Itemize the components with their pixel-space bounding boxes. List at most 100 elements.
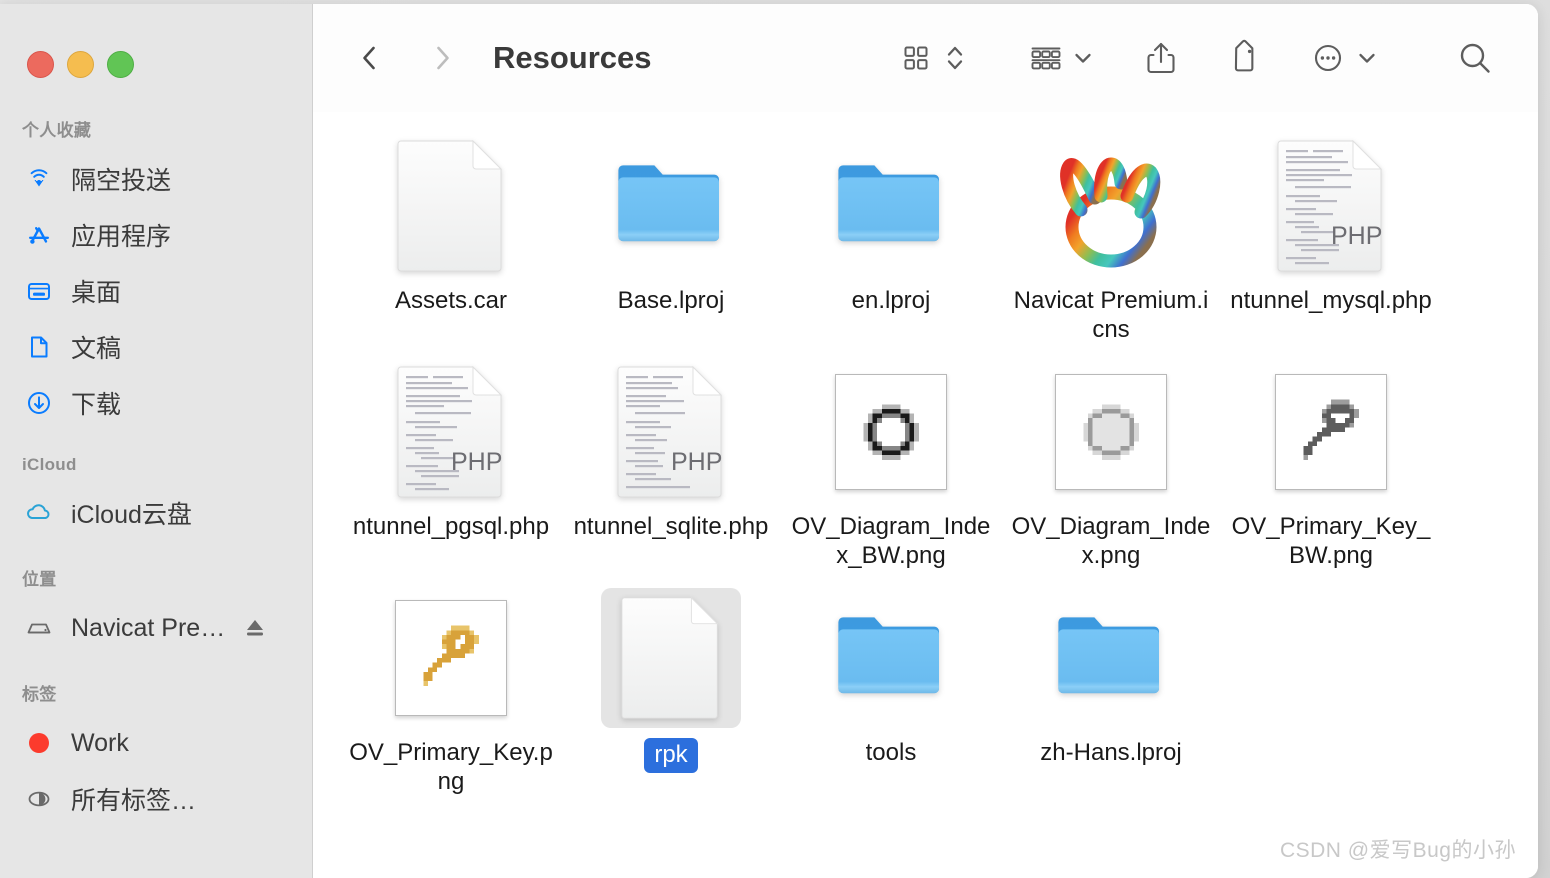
page-title: Resources — [493, 40, 652, 75]
group-chevron-down-icon[interactable] — [1070, 45, 1096, 71]
sidebar-item-navicat-volume[interactable]: Navicat Pre… — [0, 600, 312, 656]
more-chevron-down-icon[interactable] — [1354, 45, 1380, 71]
file-icon-folder — [821, 588, 961, 728]
sidebar-item-label: 桌面 — [71, 279, 122, 307]
file-icon-png-diamond-bw — [821, 362, 961, 502]
file-item[interactable]: tools — [781, 582, 1001, 808]
file-item[interactable]: en.lproj — [781, 130, 1001, 356]
sidebar: 个人收藏 隔空投送 应用程序 桌面 文稿 下载 iCloud iCloud云盘 … — [0, 4, 313, 878]
file-item[interactable]: Base.lproj — [561, 130, 781, 356]
sidebar-group-header: 标签 — [22, 685, 57, 704]
back-button[interactable] — [349, 37, 391, 79]
file-item[interactable]: Navicat Premium.icns — [1001, 130, 1221, 356]
sidebar-group-header: 位置 — [22, 570, 57, 589]
desktop-icon — [24, 276, 54, 306]
sidebar-list: 个人收藏 隔空投送 应用程序 桌面 文稿 下载 iCloud iCloud云盘 … — [0, 4, 312, 827]
file-label: Base.lproj — [617, 287, 725, 314]
sidebar-group-favorites: 个人收藏 隔空投送 应用程序 桌面 文稿 下载 — [0, 116, 312, 431]
tag-dot-red-icon — [24, 728, 54, 758]
minimize-button[interactable] — [67, 51, 94, 78]
file-item-selected[interactable]: rpk — [561, 582, 781, 808]
file-label: Assets.car — [394, 287, 508, 314]
file-label: ntunnel_pgsql.php — [352, 513, 550, 540]
close-button[interactable] — [27, 51, 54, 78]
png-preview-frame — [1275, 374, 1387, 490]
file-item[interactable]: PHP ntunnel_mysql.php — [1221, 130, 1441, 356]
file-label: ntunnel_sqlite.php — [573, 513, 769, 540]
sidebar-item-airdrop[interactable]: 隔空投送 — [0, 151, 312, 207]
file-icon-png-key-gold — [381, 588, 521, 728]
sidebar-item-label: iCloud云盘 — [71, 501, 192, 529]
file-item[interactable]: OV_Diagram_Index.png — [1001, 356, 1221, 582]
file-label: rpk — [644, 738, 698, 774]
file-icon-doc-php: PHP — [601, 362, 741, 502]
sidebar-group-header: iCloud — [22, 455, 77, 474]
search-button[interactable] — [1454, 32, 1496, 84]
share-button[interactable] — [1142, 32, 1180, 84]
file-label: ntunnel_mysql.php — [1230, 287, 1432, 314]
png-preview-frame — [1055, 374, 1167, 490]
file-item[interactable]: Assets.car — [341, 130, 561, 356]
sidebar-group-tags: 标签 Work 所有标签… — [0, 680, 312, 827]
sidebar-item-label: 应用程序 — [71, 223, 172, 251]
sidebar-item-label: 隔空投送 — [71, 167, 172, 195]
sidebar-item-documents[interactable]: 文稿 — [0, 319, 312, 375]
airdrop-icon — [24, 164, 54, 194]
file-grid: Assets.car Base.lproj en.lproj Navicat P… — [313, 112, 1538, 878]
view-grid-button[interactable] — [898, 32, 934, 84]
desktop-background: 个人收藏 隔空投送 应用程序 桌面 文稿 下载 iCloud iCloud云盘 … — [0, 0, 1550, 878]
file-item[interactable]: OV_Primary_Key_BW.png — [1221, 356, 1441, 582]
file-icon-folder — [601, 136, 741, 276]
sidebar-item-tag-work[interactable]: Work — [0, 715, 312, 771]
external-disk-icon — [24, 613, 54, 643]
toolbar: Resources — [313, 4, 1538, 112]
svg-text:PHP: PHP — [671, 448, 722, 476]
file-label: OV_Diagram_Index_BW.png — [791, 513, 991, 570]
finder-window: 个人收藏 隔空投送 应用程序 桌面 文稿 下载 iCloud iCloud云盘 … — [0, 4, 1538, 878]
file-label: OV_Diagram_Index.png — [1011, 513, 1211, 570]
file-label: OV_Primary_Key.png — [349, 739, 553, 796]
file-label: tools — [865, 739, 917, 766]
sidebar-item-all-tags[interactable]: 所有标签… — [0, 771, 312, 827]
sidebar-item-label: Navicat Pre… — [71, 613, 226, 642]
sidebar-item-label: 文稿 — [71, 335, 122, 363]
sidebar-item-icloud-drive[interactable]: iCloud云盘 — [0, 485, 312, 541]
sidebar-item-desktop[interactable]: 桌面 — [0, 263, 312, 319]
svg-text:PHP: PHP — [451, 448, 502, 476]
file-item[interactable]: PHP ntunnel_pgsql.php — [341, 356, 561, 582]
file-item[interactable]: PHP ntunnel_sqlite.php — [561, 356, 781, 582]
watermark: CSDN @爱写Bug的小孙 — [1279, 839, 1516, 862]
file-icon-doc-php: PHP — [381, 362, 521, 502]
file-icon-png-key-gray — [1261, 362, 1401, 502]
group-by-button[interactable] — [1026, 32, 1066, 84]
sidebar-group-icloud: iCloud iCloud云盘 — [0, 455, 312, 541]
sidebar-item-applications[interactable]: 应用程序 — [0, 207, 312, 263]
sidebar-group-locations: 位置 Navicat Pre… — [0, 565, 312, 656]
tag-button[interactable] — [1224, 32, 1264, 84]
png-preview-frame — [835, 374, 947, 490]
downloads-icon — [24, 388, 54, 418]
sidebar-item-downloads[interactable]: 下载 — [0, 375, 312, 431]
sidebar-group-header: 个人收藏 — [22, 121, 92, 140]
png-preview-frame — [395, 600, 507, 716]
svg-text:PHP: PHP — [1331, 222, 1382, 250]
sidebar-item-label: 下载 — [71, 391, 122, 419]
file-label: en.lproj — [851, 287, 931, 314]
file-icon-navicat-icns — [1041, 136, 1181, 276]
file-label: OV_Primary_Key_BW.png — [1231, 513, 1431, 570]
sidebar-item-label: 所有标签… — [71, 787, 197, 815]
file-icon-doc-plain — [601, 588, 741, 728]
sort-chevrons-icon[interactable] — [942, 40, 968, 76]
content-area: Resources Assets.car Base.lproj en.lproj… — [313, 4, 1538, 878]
forward-button[interactable] — [421, 37, 463, 79]
more-actions-button[interactable] — [1308, 32, 1348, 84]
file-icon-png-diamond-gray — [1041, 362, 1181, 502]
file-item[interactable]: OV_Primary_Key.png — [341, 582, 561, 808]
file-item[interactable]: OV_Diagram_Index_BW.png — [781, 356, 1001, 582]
eject-icon[interactable] — [242, 615, 268, 641]
zoom-button[interactable] — [107, 51, 134, 78]
sidebar-item-label: Work — [71, 728, 129, 757]
file-icon-doc-plain — [381, 136, 521, 276]
file-item[interactable]: zh-Hans.lproj — [1001, 582, 1221, 808]
documents-icon — [24, 332, 54, 362]
